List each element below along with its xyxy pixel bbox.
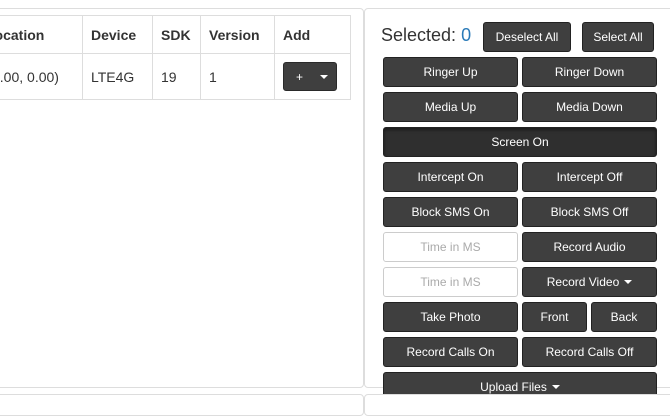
add-button-label: + bbox=[296, 69, 304, 84]
deselect-all-button[interactable]: Deselect All bbox=[483, 22, 571, 52]
column-header-version[interactable]: Version bbox=[200, 15, 275, 54]
intercept-off-button[interactable]: Intercept Off bbox=[522, 162, 657, 192]
devices-panel: Location Device SDK Version Add 0.00, 0.… bbox=[0, 8, 364, 388]
column-header-sdk[interactable]: SDK bbox=[152, 15, 201, 54]
cell-location: 0.00, 0.00) bbox=[0, 53, 83, 100]
ringer-up-button[interactable]: Ringer Up bbox=[383, 57, 518, 87]
record-audio-button[interactable]: Record Audio bbox=[522, 232, 657, 262]
block-sms-off-button[interactable]: Block SMS Off bbox=[522, 197, 657, 227]
audio-time-input[interactable]: Time in MS bbox=[383, 232, 518, 262]
upload-files-label: Upload Files bbox=[480, 380, 547, 394]
video-time-input[interactable]: Time in MS bbox=[383, 267, 518, 297]
control-panel: Selected: 0 Deselect All Select All Ring… bbox=[364, 8, 670, 402]
back-camera-button[interactable]: Back bbox=[591, 302, 657, 332]
block-sms-on-button[interactable]: Block SMS On bbox=[383, 197, 518, 227]
screen-on-button[interactable]: Screen On bbox=[383, 127, 657, 157]
record-calls-off-button[interactable]: Record Calls Off bbox=[522, 337, 657, 367]
cell-add: + bbox=[274, 53, 351, 100]
add-dropdown-button[interactable]: + bbox=[283, 62, 337, 91]
column-header-add: Add bbox=[274, 15, 351, 54]
cell-device: LTE4G bbox=[82, 53, 153, 100]
record-calls-on-button[interactable]: Record Calls On bbox=[383, 337, 518, 367]
cell-sdk: 19 bbox=[152, 53, 201, 100]
record-video-dropdown-button[interactable]: Record Video bbox=[522, 267, 657, 297]
take-photo-button[interactable]: Take Photo bbox=[383, 302, 518, 332]
media-up-button[interactable]: Media Up bbox=[383, 92, 518, 122]
bottom-right-panel bbox=[364, 394, 670, 416]
media-down-button[interactable]: Media Down bbox=[522, 92, 657, 122]
ringer-down-button[interactable]: Ringer Down bbox=[522, 57, 657, 87]
column-header-location[interactable]: Location bbox=[0, 15, 83, 54]
intercept-on-button[interactable]: Intercept On bbox=[383, 162, 518, 192]
selected-label: Selected: bbox=[381, 25, 457, 45]
front-camera-button[interactable]: Front bbox=[522, 302, 587, 332]
cell-version: 1 bbox=[200, 53, 275, 100]
devices-table: Location Device SDK Version Add 0.00, 0.… bbox=[0, 15, 351, 100]
table-header-row: Location Device SDK Version Add bbox=[0, 15, 351, 54]
table-row[interactable]: 0.00, 0.00) LTE4G 19 1 + bbox=[0, 53, 351, 100]
record-video-label: Record Video bbox=[546, 275, 620, 289]
chevron-down-icon bbox=[551, 385, 560, 389]
column-header-device[interactable]: Device bbox=[82, 15, 153, 54]
chevron-down-icon bbox=[320, 74, 328, 79]
bottom-left-panel bbox=[0, 394, 364, 416]
selected-indicator: Selected: 0 bbox=[381, 25, 471, 46]
chevron-down-icon bbox=[624, 280, 633, 284]
select-all-button[interactable]: Select All bbox=[582, 22, 654, 52]
selected-count: 0 bbox=[461, 25, 472, 45]
